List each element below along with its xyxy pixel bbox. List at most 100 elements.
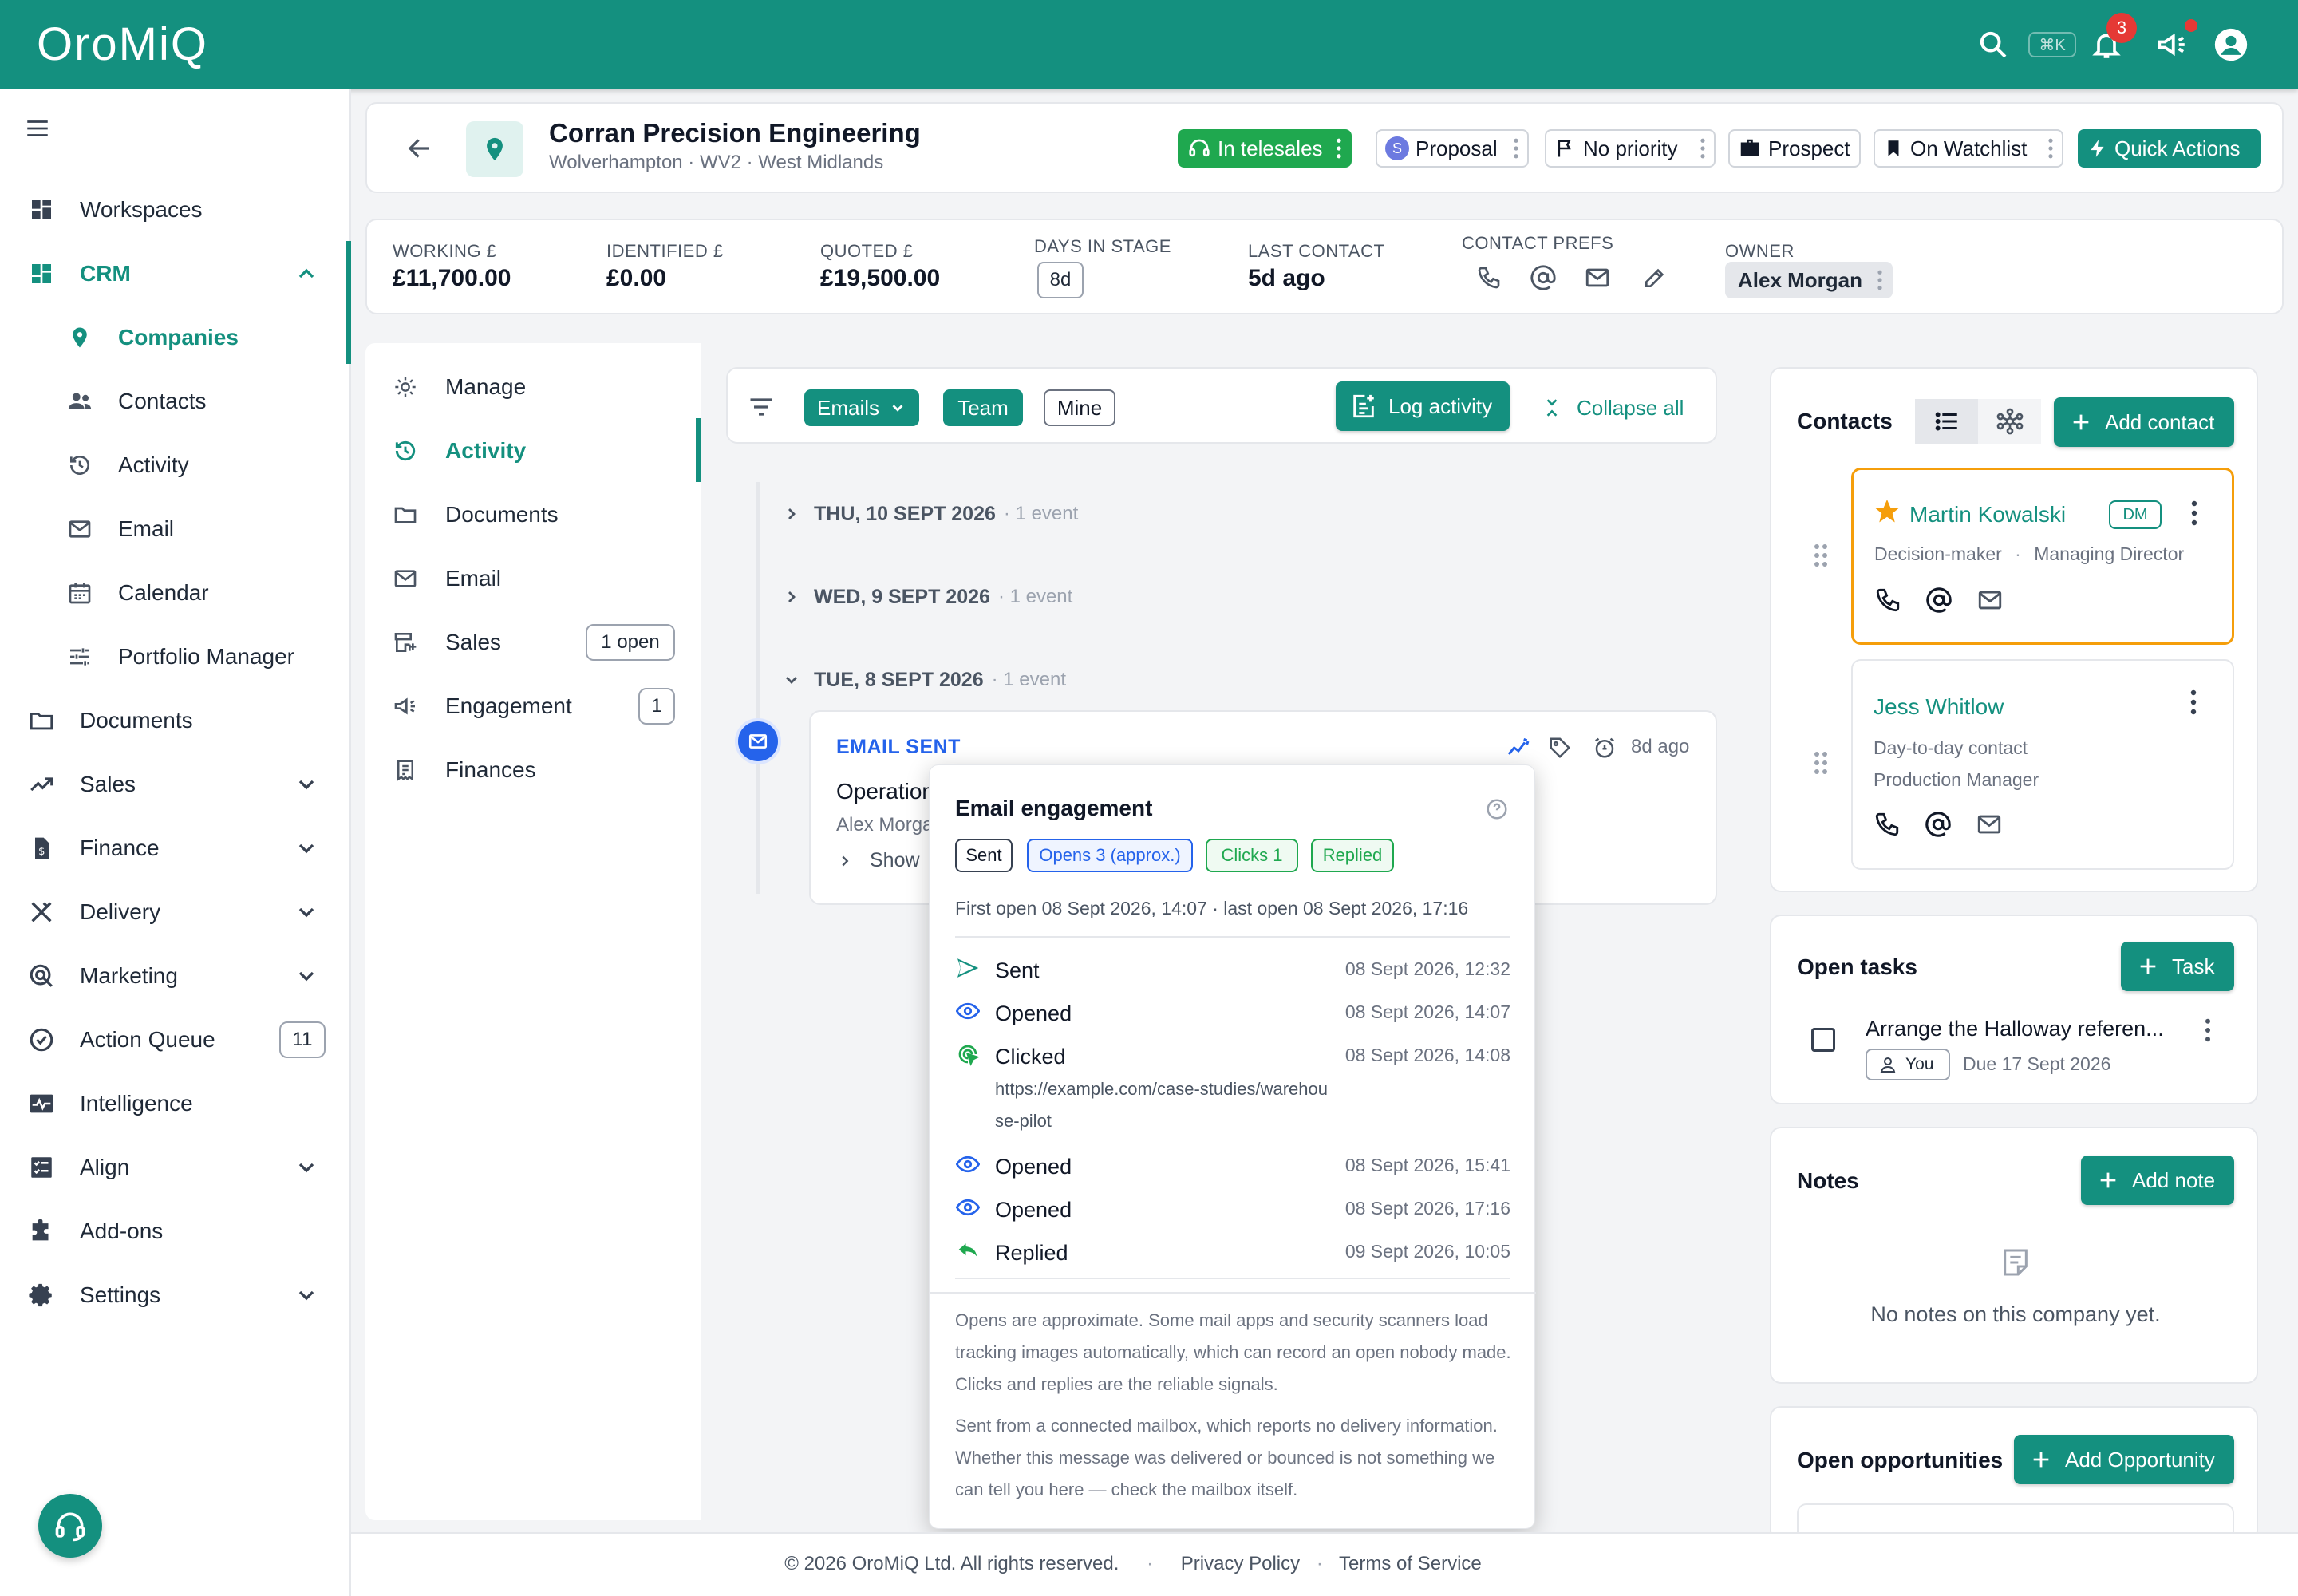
mail-icon[interactable] bbox=[1976, 811, 2003, 838]
phone-icon[interactable] bbox=[1874, 587, 1901, 614]
sidebar-item-crm[interactable]: CRM bbox=[0, 246, 351, 302]
team-filter-chip[interactable]: Team bbox=[943, 389, 1023, 426]
sidebar-item-action-queue[interactable]: Action Queue 11 bbox=[0, 1012, 351, 1068]
show-more-button[interactable]: Show bbox=[836, 849, 920, 872]
task-title[interactable]: Arrange the Halloway referen... bbox=[1866, 1017, 2164, 1041]
contact-name[interactable]: Martin Kowalski bbox=[1909, 502, 2066, 527]
phone-icon[interactable] bbox=[1874, 811, 1901, 838]
at-sign-icon[interactable] bbox=[1925, 811, 1952, 838]
mail-icon[interactable] bbox=[1581, 262, 1613, 294]
contact-card[interactable]: Jess Whitlow Day-to-day contact Producti… bbox=[1851, 659, 2234, 870]
kebab-menu-icon[interactable] bbox=[1336, 138, 1342, 159]
task-checkbox[interactable] bbox=[1811, 1028, 1835, 1052]
contact-card[interactable]: Martin Kowalski DM Decision-maker · Mana… bbox=[1851, 468, 2234, 645]
sidebar-item-documents[interactable]: Documents bbox=[0, 693, 351, 749]
add-opportunity-button[interactable]: Add Opportunity bbox=[2014, 1435, 2234, 1484]
sidebar-item-contacts[interactable]: Contacts bbox=[0, 373, 351, 429]
tab-manage[interactable]: Manage bbox=[365, 359, 701, 415]
active-tab-indicator bbox=[696, 418, 701, 482]
help-circle-icon[interactable] bbox=[1485, 797, 1509, 821]
mine-filter-chip[interactable]: Mine bbox=[1044, 389, 1115, 426]
star-icon[interactable] bbox=[1873, 497, 1901, 526]
kebab-menu-icon[interactable] bbox=[2047, 138, 2054, 159]
chevron-down-icon[interactable] bbox=[294, 963, 319, 989]
chevron-down-icon[interactable] bbox=[294, 836, 319, 861]
chevron-up-icon[interactable] bbox=[294, 261, 319, 286]
plus-icon bbox=[2121, 955, 2172, 978]
contact-name[interactable]: Jess Whitlow bbox=[1874, 694, 2004, 720]
chevron-down-icon[interactable] bbox=[294, 899, 319, 925]
tag-icon[interactable] bbox=[1546, 734, 1573, 761]
privacy-policy-link[interactable]: Privacy Policy bbox=[1181, 1553, 1300, 1574]
tab-activity[interactable]: Activity bbox=[365, 423, 701, 479]
emails-filter-chip[interactable]: Emails bbox=[804, 389, 919, 426]
chevron-down-icon[interactable] bbox=[294, 772, 319, 797]
back-button[interactable] bbox=[397, 126, 442, 171]
chevron-down-icon[interactable] bbox=[294, 1282, 319, 1308]
engagement-chart-icon[interactable] bbox=[1505, 734, 1532, 761]
tab-engagement[interactable]: Engagement 1 bbox=[365, 678, 701, 734]
add-task-button[interactable]: Task bbox=[2121, 942, 2234, 991]
tab-documents[interactable]: Documents bbox=[365, 487, 701, 543]
search-icon[interactable] bbox=[1971, 22, 2016, 67]
sidebar-item-label: Delivery bbox=[80, 899, 161, 924]
pencil-icon[interactable] bbox=[1639, 262, 1671, 294]
app-logo[interactable]: OroMiQ bbox=[37, 18, 208, 71]
sidebar-item-finance[interactable]: $ Finance bbox=[0, 820, 351, 876]
support-chat-button[interactable] bbox=[38, 1494, 102, 1558]
list-view-button[interactable] bbox=[1915, 399, 1978, 444]
drag-handle-icon[interactable] bbox=[1813, 750, 1829, 776]
sidebar-item-portfolio-manager[interactable]: Portfolio Manager bbox=[0, 629, 351, 685]
sidebar-item-add-ons[interactable]: Add-ons bbox=[0, 1203, 351, 1259]
account-icon[interactable] bbox=[2209, 22, 2253, 67]
tab-finances[interactable]: Finances bbox=[365, 742, 701, 798]
mail-icon[interactable] bbox=[1976, 587, 2004, 614]
company-header: Corran Precision Engineering Wolverhampt… bbox=[365, 102, 2284, 193]
kebab-menu-icon[interactable] bbox=[2204, 1018, 2212, 1042]
sidebar-item-align[interactable]: Align bbox=[0, 1140, 351, 1195]
company-type-pill[interactable]: Prospect bbox=[1728, 129, 1861, 168]
sidebar-item-workspaces[interactable]: Workspaces bbox=[0, 182, 351, 238]
sidebar-item-delivery[interactable]: Delivery bbox=[0, 884, 351, 940]
alarm-icon[interactable] bbox=[1591, 734, 1618, 761]
log-activity-button[interactable]: Log activity bbox=[1336, 381, 1510, 431]
sidebar-item-calendar[interactable]: Calendar bbox=[0, 565, 351, 621]
sidebar-item-activity[interactable]: Activity bbox=[0, 437, 351, 493]
kebab-menu-icon[interactable] bbox=[2190, 500, 2198, 526]
timeline-day-row[interactable]: THU, 10 SEPT 2026 · 1 event bbox=[782, 496, 1078, 531]
sidebar-item-email[interactable]: Email bbox=[0, 501, 351, 557]
sidebar-item-intelligence[interactable]: Intelligence bbox=[0, 1076, 351, 1132]
graph-view-button[interactable] bbox=[1978, 399, 2041, 444]
collapse-all-button[interactable]: Collapse all bbox=[1542, 389, 1684, 426]
drag-handle-icon[interactable] bbox=[1813, 543, 1829, 568]
telesales-status-pill[interactable]: In telesales bbox=[1178, 129, 1352, 168]
tab-sales[interactable]: Sales 1 open bbox=[365, 614, 701, 670]
tab-email[interactable]: Email bbox=[365, 551, 701, 606]
at-sign-icon[interactable] bbox=[1527, 262, 1559, 294]
quick-actions-button[interactable]: Quick Actions bbox=[2078, 129, 2261, 168]
owner-selector[interactable]: Alex Morgan bbox=[1725, 262, 1893, 298]
clicked-link[interactable]: https://example.com/case-studies/warehou… bbox=[995, 1073, 1330, 1137]
add-note-button[interactable]: Add note bbox=[2081, 1156, 2234, 1205]
terms-of-service-link[interactable]: Terms of Service bbox=[1339, 1553, 1482, 1574]
priority-pill[interactable]: No priority bbox=[1545, 129, 1716, 168]
kebab-menu-icon[interactable] bbox=[2189, 689, 2197, 715]
at-sign-icon[interactable] bbox=[1925, 587, 1953, 614]
kebab-menu-icon[interactable] bbox=[1877, 270, 1883, 290]
chevron-down-icon[interactable] bbox=[294, 1155, 319, 1180]
phone-icon[interactable] bbox=[1473, 262, 1505, 294]
timeline-day-row[interactable]: TUE, 8 SEPT 2026 · 1 event bbox=[782, 662, 1066, 697]
kebab-menu-icon[interactable] bbox=[1513, 138, 1519, 159]
sidebar-item-settings[interactable]: Settings bbox=[0, 1267, 351, 1323]
sidebar-item-companies[interactable]: Companies bbox=[0, 310, 351, 365]
megaphone-icon bbox=[389, 690, 421, 722]
sidebar-item-sales[interactable]: Sales bbox=[0, 757, 351, 812]
stage-pill[interactable]: S Proposal bbox=[1376, 129, 1529, 168]
hamburger-menu-icon[interactable] bbox=[24, 115, 51, 142]
sidebar-item-marketing[interactable]: Marketing bbox=[0, 948, 351, 1004]
kebab-menu-icon[interactable] bbox=[1700, 138, 1706, 159]
watchlist-pill[interactable]: On Watchlist bbox=[1874, 129, 2063, 168]
timeline-day-row[interactable]: WED, 9 SEPT 2026 · 1 event bbox=[782, 579, 1072, 614]
filter-icon[interactable] bbox=[747, 393, 776, 421]
add-contact-button[interactable]: Add contact bbox=[2054, 397, 2234, 447]
